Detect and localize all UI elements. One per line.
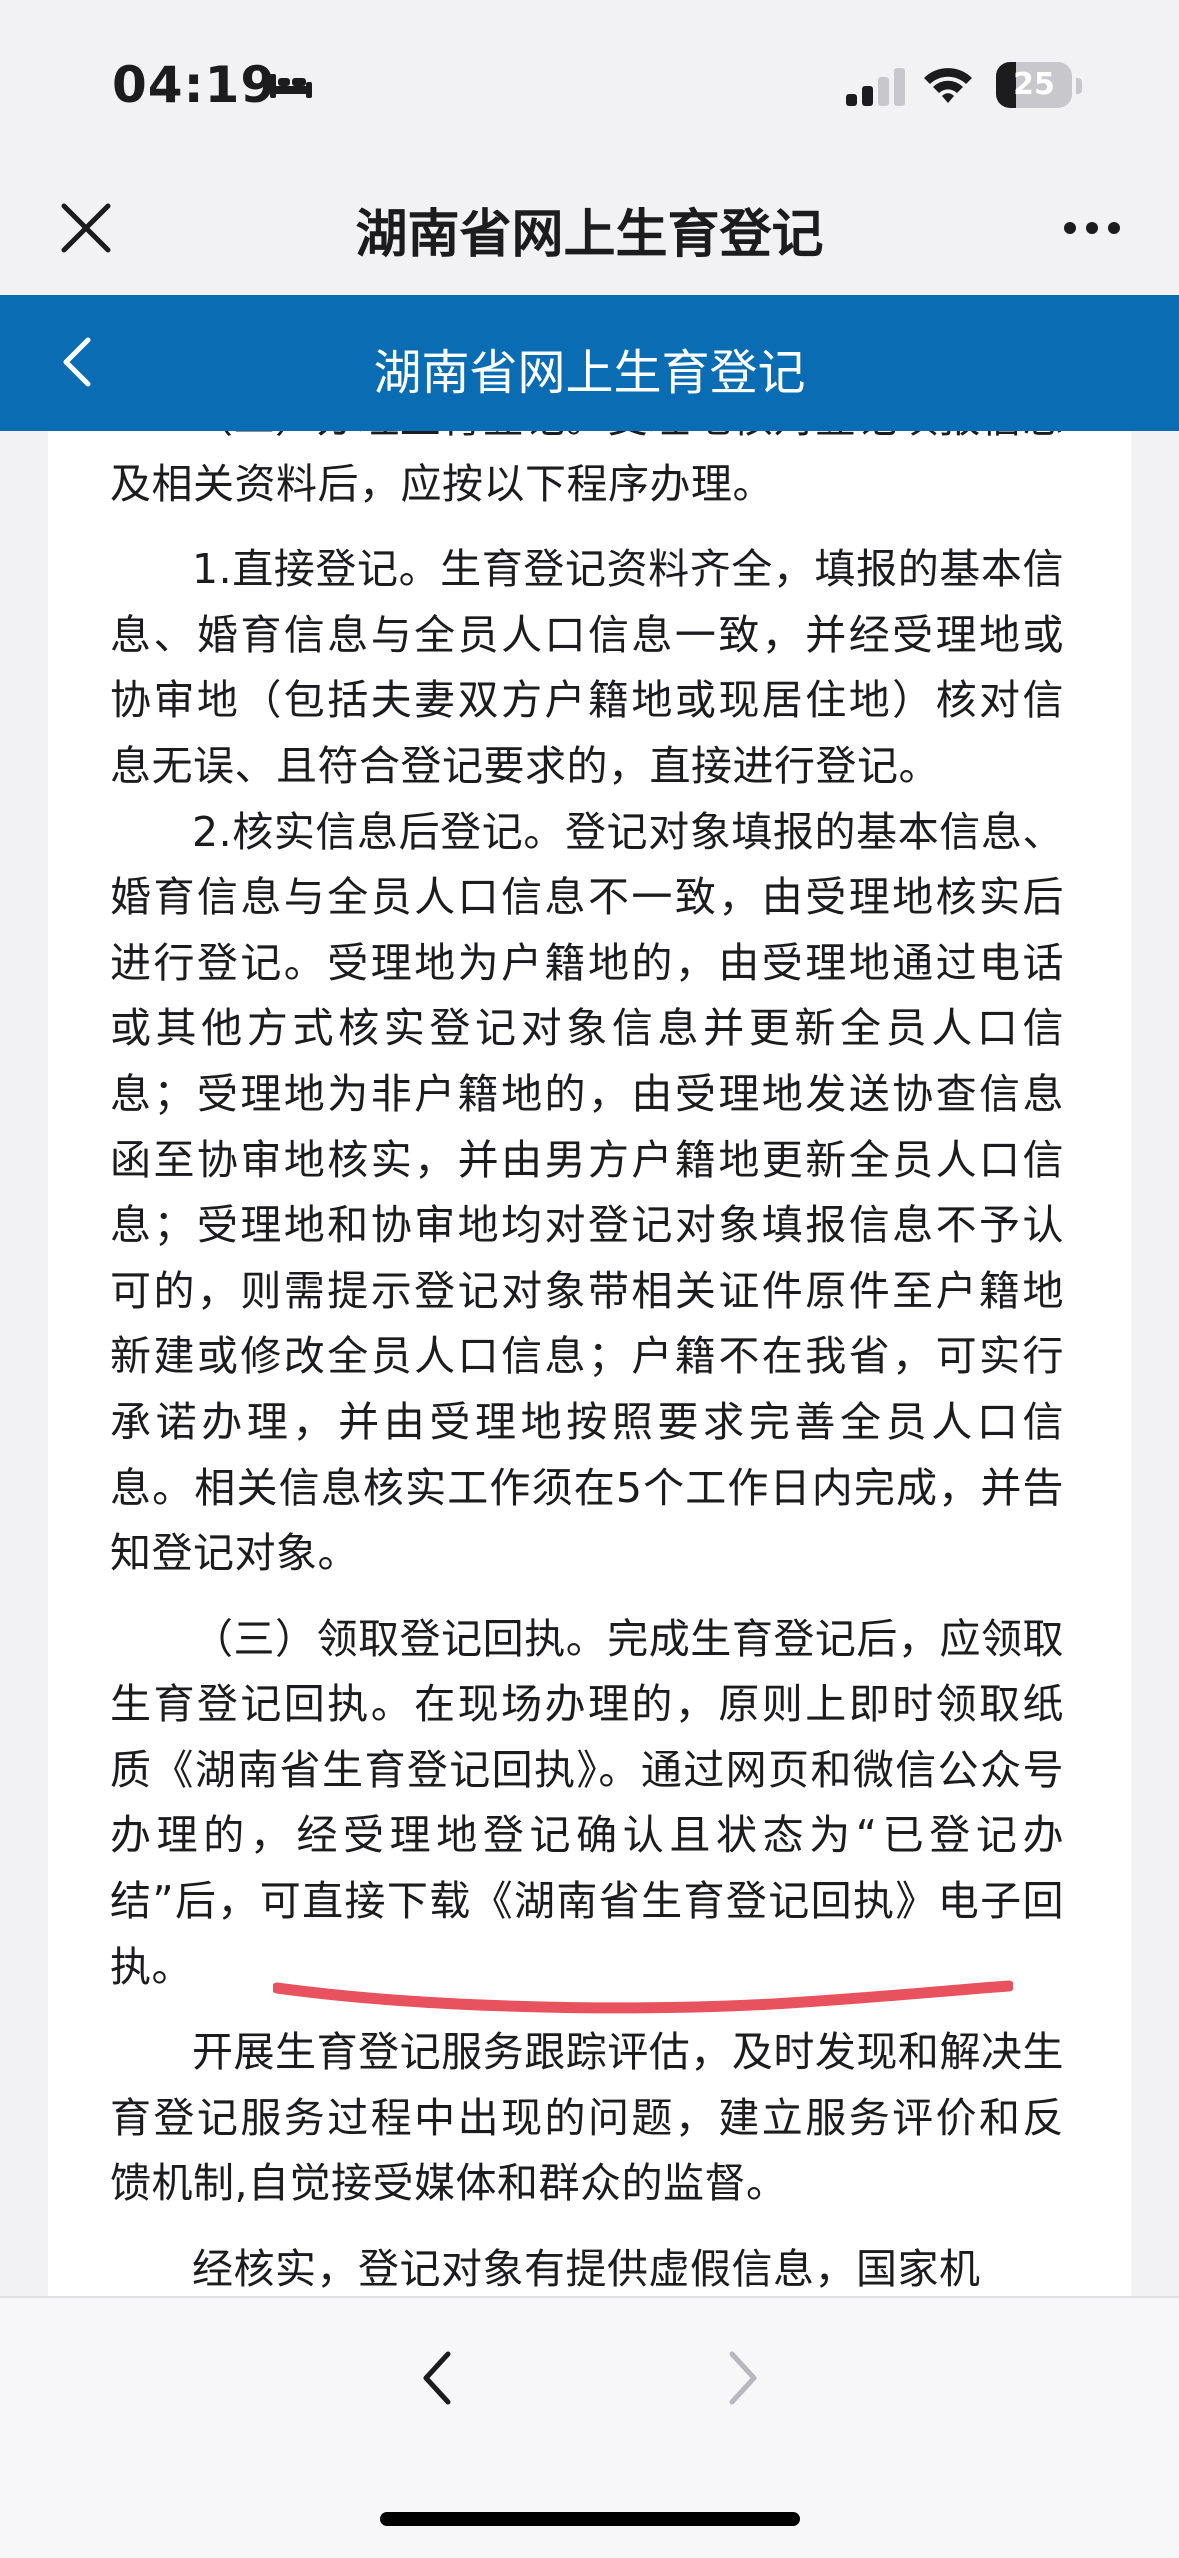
nav-forward-icon[interactable] xyxy=(724,2350,760,2406)
paragraph-receipt: （三）领取登记回执。完成生育登记后，应领取生育登记回执。在现场办理的，原则上即时… xyxy=(110,1614,1064,1991)
paragraph-verify-then-register: 2.核实信息后登记。登记对象填报的基本信息、婚育信息与全员人口信息不一致，由受理… xyxy=(110,807,1064,1578)
wifi-icon xyxy=(924,68,972,103)
nav-back-icon[interactable] xyxy=(420,2350,456,2406)
close-icon[interactable] xyxy=(58,200,114,256)
red-underline-annotation xyxy=(273,1980,1013,2014)
paragraph-registration-procedure: （二）办理生育登记。受理地核对登记填报信息及相关资料后，应按以下程序办理。 xyxy=(110,431,1064,508)
browser-title: 湖南省网上生育登记 xyxy=(355,205,824,265)
bed-icon xyxy=(270,74,312,98)
paragraph-evaluation: 开展生育登记服务跟踪评估，及时发现和解决生育登记服务过程中出现的问题，建立服务评… xyxy=(110,2028,1064,2208)
battery-icon: 25 xyxy=(996,62,1072,108)
paragraph-direct-registration: 1.直接登记。生育登记资料齐全，填报的基本信息、婚育信息与全员人口信息一致，并经… xyxy=(110,545,1064,790)
paragraph-truncated: 经核实，登记对象有提供虚假信息，国家机 xyxy=(192,2245,981,2294)
battery-tip xyxy=(1076,78,1082,94)
signal-icon xyxy=(846,68,905,106)
battery-level: 25 xyxy=(1013,67,1055,102)
status-time: 04:19 xyxy=(112,56,277,114)
article-content: （二）办理生育登记。受理地核对登记填报信息及相关资料后，应按以下程序办理。 1.… xyxy=(48,431,1131,2296)
more-icon[interactable] xyxy=(1062,218,1122,238)
page-title: 湖南省网上生育登记 xyxy=(373,345,806,401)
home-indicator[interactable] xyxy=(380,2512,800,2526)
back-icon[interactable] xyxy=(58,336,98,388)
